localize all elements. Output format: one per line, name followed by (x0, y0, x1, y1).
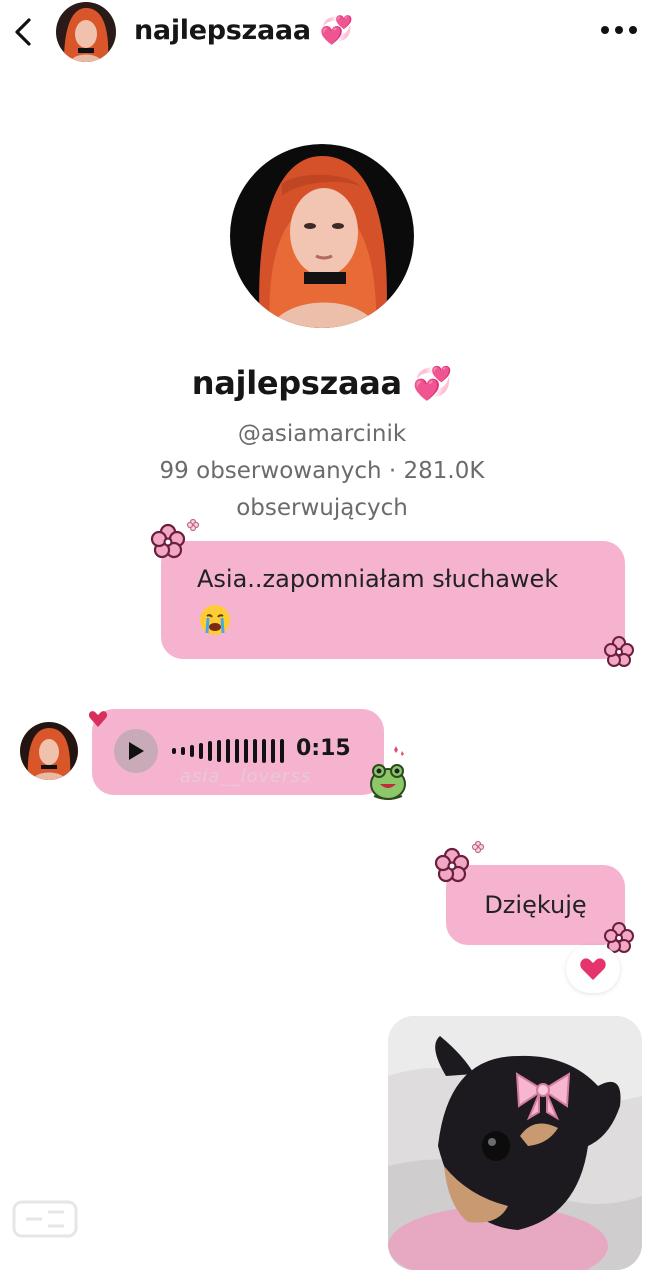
sender-avatar[interactable] (20, 722, 78, 780)
profile-avatar[interactable] (230, 144, 414, 328)
more-horizontal-icon (601, 26, 637, 34)
chevron-left-icon (15, 18, 31, 46)
outgoing-message-bubble[interactable] (161, 541, 625, 659)
heart-sticker-icon (88, 711, 108, 727)
profile-stats: 99 obserwowanych · 281.0K obserwujących (159, 458, 485, 521)
message-text: Asia..zapomniałam słuchawek (197, 565, 559, 593)
crying-face-icon (200, 605, 230, 635)
header-title[interactable]: najlepszaaa 💞 (134, 14, 353, 46)
frog-sticker-icon (370, 746, 406, 800)
flower-sticker-icon (434, 840, 485, 883)
audio-waveform (172, 736, 284, 766)
app-watermark-icon (12, 1200, 78, 1238)
profile-handle: @asiamarcinik (237, 421, 407, 447)
message-reaction[interactable] (566, 945, 620, 993)
back-button[interactable] (4, 12, 44, 52)
header-avatar[interactable] (56, 2, 116, 62)
play-button[interactable] (114, 729, 158, 773)
profile-display-name: najlepszaaa 💞 (191, 364, 453, 402)
flower-sticker-icon (604, 636, 634, 667)
heart-icon (580, 958, 606, 980)
more-options-button[interactable] (596, 12, 642, 48)
message-text: Dziękuję (484, 891, 587, 919)
play-icon (129, 742, 144, 760)
flower-sticker-icon (150, 518, 200, 559)
voice-duration: 0:15 (296, 736, 351, 761)
puppy-photo[interactable] (388, 1016, 642, 1270)
watermark-text: asia__loverss (180, 766, 312, 787)
